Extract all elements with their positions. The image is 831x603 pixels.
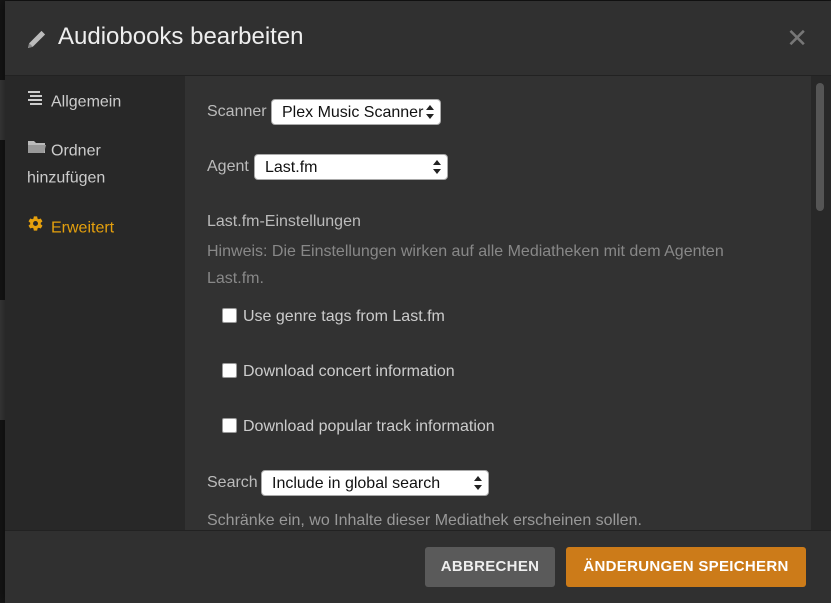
sidebar-item-ordner[interactable]: Ordner hinzufügen (27, 137, 147, 192)
search-select-value: Include in global search (272, 475, 441, 492)
sidebar-item-erweitert[interactable]: Erweitert (27, 214, 114, 241)
list-icon (27, 88, 47, 115)
search-select[interactable]: Include in global search (261, 470, 489, 496)
sidebar-item-label: Allgemein (51, 93, 122, 111)
cancel-button[interactable]: ABBRECHEN (425, 547, 555, 587)
edit-library-dialog: Audiobooks bearbeiten ✕ Allgemein Ordner… (5, 1, 831, 603)
lastfm-settings-title: Last.fm-Einstellungen (207, 213, 361, 230)
checkbox-box[interactable] (222, 308, 237, 324)
lastfm-settings-hint: Hinweis: Die Einstellungen wirken auf al… (207, 243, 724, 287)
settings-sidebar: Allgemein Ordner hinzufügen Erweitert (5, 76, 185, 530)
gear-icon (27, 214, 47, 241)
checkbox-label: Download popular track information (243, 418, 495, 435)
agent-select[interactable]: Last.fm (254, 154, 448, 180)
agent-label: Agent (207, 158, 249, 175)
search-label: Search (207, 474, 258, 491)
pencil-icon (28, 30, 46, 48)
agent-select-value: Last.fm (265, 159, 318, 176)
search-hint: Schränke ein, wo Inhalte dieser Mediathe… (207, 512, 642, 529)
scanner-label: Scanner (207, 103, 267, 120)
save-changes-button[interactable]: ÄNDERUNGEN SPEICHERN (566, 547, 806, 587)
sidebar-item-label: Erweitert (51, 219, 115, 237)
checkbox-label: Download concert information (243, 363, 455, 380)
settings-content: Scanner Plex Music Scanner Agent Last.fm… (185, 76, 811, 530)
scanner-select-value: Plex Music Scanner (282, 104, 424, 121)
select-arrows-icon (426, 105, 434, 119)
sidebar-item-allgemein[interactable]: Allgemein (27, 88, 121, 115)
dialog-footer: ABBRECHEN ÄNDERUNGEN SPEICHERN (5, 530, 831, 603)
select-arrows-icon (433, 160, 441, 174)
checkbox-genre-tags[interactable]: Use genre tags from Last.fm (222, 308, 445, 326)
dialog-header: Audiobooks bearbeiten ✕ (5, 1, 831, 76)
checkbox-box[interactable] (222, 363, 237, 379)
checkbox-concert-info[interactable]: Download concert information (222, 363, 455, 381)
folder-icon (27, 137, 47, 164)
scanner-select[interactable]: Plex Music Scanner (271, 99, 441, 125)
checkbox-label: Use genre tags from Last.fm (243, 308, 445, 325)
scrollbar-thumb[interactable] (816, 83, 824, 211)
dialog-title: Audiobooks bearbeiten (58, 23, 304, 50)
select-arrows-icon (474, 476, 482, 490)
checkbox-box[interactable] (222, 418, 237, 434)
checkbox-popular-tracks[interactable]: Download popular track information (222, 418, 495, 436)
close-icon[interactable]: ✕ (786, 25, 808, 51)
